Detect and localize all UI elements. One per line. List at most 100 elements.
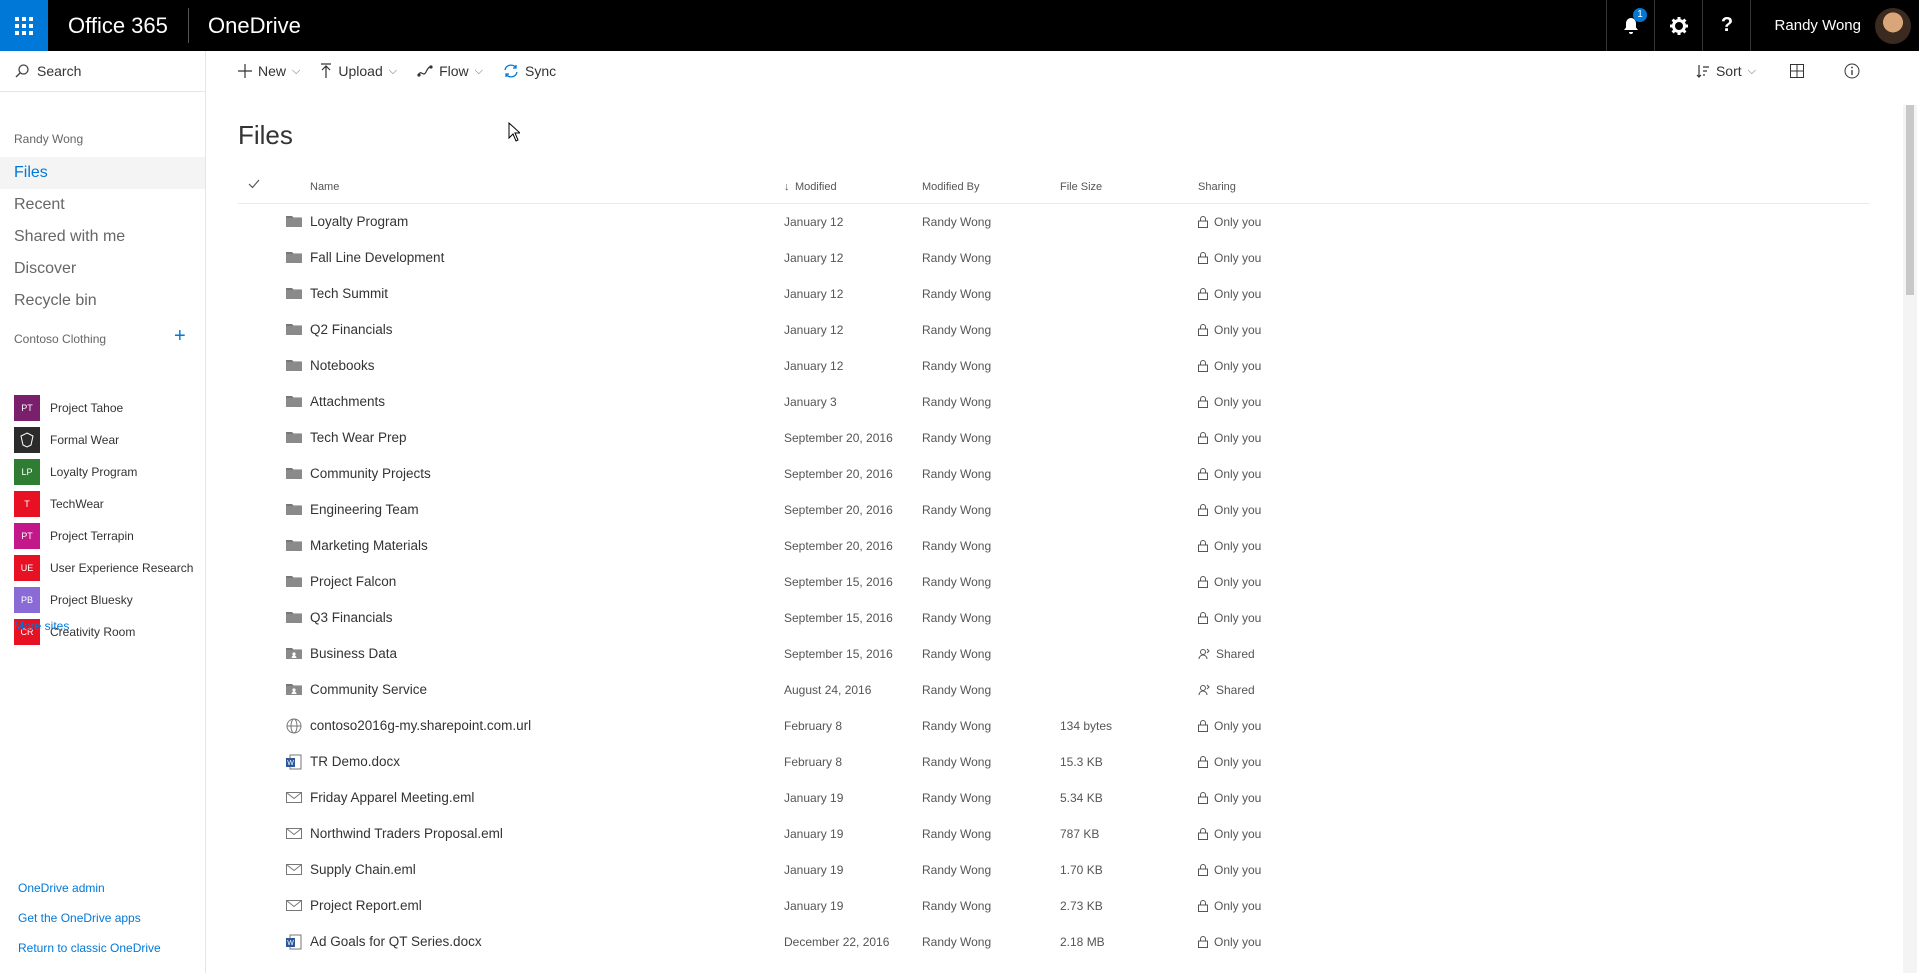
file-name[interactable]: Project Report.eml bbox=[310, 898, 422, 913]
file-row[interactable]: Q3 Financials September 15, 2016 Randy Won… bbox=[238, 600, 1870, 636]
app-launcher-button[interactable] bbox=[0, 0, 48, 51]
column-header-file-size[interactable]: File Size bbox=[1060, 181, 1102, 193]
file-row[interactable]: contoso2016g-my.sharepoint.com.url Februa… bbox=[238, 708, 1870, 744]
sharing-status[interactable]: Only you bbox=[1198, 755, 1261, 769]
office-365-brand[interactable]: Office 365 bbox=[68, 0, 168, 51]
column-header-modified[interactable]: Modified bbox=[795, 181, 837, 193]
site-item[interactable]: PT Project Terrapin bbox=[14, 523, 204, 549]
file-row[interactable]: Project Report.eml January 19 Randy Wong 2.… bbox=[238, 888, 1870, 924]
sharing-status[interactable]: Only you bbox=[1198, 503, 1261, 517]
file-name[interactable]: contoso2016g-my.sharepoint.com.url bbox=[310, 718, 531, 733]
file-row[interactable]: Engineering Team September 20, 2016 Randy … bbox=[238, 492, 1870, 528]
file-row[interactable]: Supply Chain.eml January 19 Randy Wong 1.70… bbox=[238, 852, 1870, 888]
file-name[interactable]: Ad Goals for QT Series.docx bbox=[310, 934, 482, 949]
scrollbar[interactable] bbox=[1903, 105, 1917, 973]
file-name[interactable]: Business Data bbox=[310, 646, 397, 661]
file-row[interactable]: Q2 Financials January 12 Randy Wong Only yo… bbox=[238, 312, 1870, 348]
add-site-button[interactable]: + bbox=[174, 325, 186, 348]
file-name[interactable]: Project Falcon bbox=[310, 574, 396, 589]
site-item[interactable]: UE User Experience Research bbox=[14, 555, 204, 581]
column-header-sharing[interactable]: Sharing bbox=[1198, 181, 1236, 193]
sharing-status[interactable]: Shared bbox=[1198, 647, 1255, 661]
sharing-status[interactable]: Only you bbox=[1198, 323, 1261, 337]
file-row[interactable]: Attachments January 3 Randy Wong Only you bbox=[238, 384, 1870, 420]
file-name[interactable]: TR Demo.docx bbox=[310, 754, 400, 769]
more-sites-link[interactable]: More sites bbox=[14, 619, 69, 633]
file-name[interactable]: Supply Chain.eml bbox=[310, 862, 416, 877]
file-row[interactable]: Tech Summit January 12 Randy Wong Only you bbox=[238, 276, 1870, 312]
file-row[interactable]: Project Falcon September 15, 2016 Randy Wo… bbox=[238, 564, 1870, 600]
view-switcher-button[interactable] bbox=[1790, 64, 1810, 78]
sharing-status[interactable]: Only you bbox=[1198, 215, 1261, 229]
file-row[interactable]: Fall Line Development January 12 Randy Won… bbox=[238, 240, 1870, 276]
file-row[interactable]: Community Projects September 20, 2016 Rand… bbox=[238, 456, 1870, 492]
file-name[interactable]: Q3 Financials bbox=[310, 610, 393, 625]
file-row[interactable]: W Ad Goals for QT Series.docx December 22,… bbox=[238, 924, 1870, 960]
file-row[interactable]: Tech Wear Prep September 20, 2016 Randy Wo… bbox=[238, 420, 1870, 456]
upload-button[interactable]: Upload ⌵ bbox=[320, 63, 397, 79]
sharing-status[interactable]: Only you bbox=[1198, 863, 1261, 877]
file-name[interactable]: Attachments bbox=[310, 394, 385, 409]
sharing-status[interactable]: Only you bbox=[1198, 611, 1261, 625]
file-name[interactable]: Community Projects bbox=[310, 466, 431, 481]
file-name[interactable]: Q2 Financials bbox=[310, 322, 393, 337]
notifications-button[interactable]: 1 bbox=[1606, 0, 1655, 51]
sharing-status[interactable]: Only you bbox=[1198, 431, 1261, 445]
onedrive-admin-link[interactable]: OneDrive admin bbox=[18, 881, 105, 895]
new-button[interactable]: New ⌵ bbox=[238, 63, 300, 79]
help-button[interactable]: ? bbox=[1702, 0, 1751, 51]
file-name[interactable]: Tech Wear Prep bbox=[310, 430, 407, 445]
sharing-status[interactable]: Only you bbox=[1198, 899, 1261, 913]
file-row[interactable]: Loyalty Program January 12 Randy Wong Only … bbox=[238, 204, 1870, 240]
column-header-name[interactable]: Name bbox=[310, 181, 339, 193]
account-button[interactable]: Randy Wong bbox=[1750, 0, 1919, 51]
column-header-modified-by[interactable]: Modified By bbox=[922, 181, 979, 193]
file-name[interactable]: Fall Line Development bbox=[310, 250, 444, 265]
file-row[interactable]: Friday Apparel Meeting.eml January 19 Rand… bbox=[238, 780, 1870, 816]
scrollbar-thumb[interactable] bbox=[1906, 105, 1914, 295]
file-name[interactable]: Engineering Team bbox=[310, 502, 419, 517]
sharing-status[interactable]: Only you bbox=[1198, 575, 1261, 589]
nav-discover[interactable]: Discover bbox=[0, 253, 205, 285]
sharing-status[interactable]: Only you bbox=[1198, 359, 1261, 373]
sharing-status[interactable]: Only you bbox=[1198, 395, 1261, 409]
file-name[interactable]: Notebooks bbox=[310, 358, 375, 373]
file-row[interactable]: Business Data September 15, 2016 Randy Won… bbox=[238, 636, 1870, 672]
file-name[interactable]: Northwind Traders Proposal.eml bbox=[310, 826, 503, 841]
return-classic-link[interactable]: Return to classic OneDrive bbox=[18, 941, 161, 955]
sharing-status[interactable]: Only you bbox=[1198, 791, 1261, 805]
file-row[interactable]: W TR Demo.docx February 8 Randy Wong 15.3 KB… bbox=[238, 744, 1870, 780]
get-apps-link[interactable]: Get the OneDrive apps bbox=[18, 911, 141, 925]
file-row[interactable]: Community Service August 24, 2016 Randy Wo… bbox=[238, 672, 1870, 708]
settings-button[interactable] bbox=[1654, 0, 1703, 51]
nav-files[interactable]: Files bbox=[0, 157, 205, 189]
site-item[interactable]: T TechWear bbox=[14, 491, 204, 517]
site-item[interactable]: PB Project Bluesky bbox=[14, 587, 204, 613]
nav-recycle-bin[interactable]: Recycle bin bbox=[0, 285, 205, 317]
flow-button[interactable]: Flow ⌵ bbox=[417, 63, 483, 79]
nav-shared-with-me[interactable]: Shared with me bbox=[0, 221, 205, 253]
select-all-checkbox[interactable] bbox=[248, 179, 260, 192]
sort-button[interactable]: Sort ⌵ bbox=[1696, 63, 1756, 79]
sharing-status[interactable]: Only you bbox=[1198, 287, 1261, 301]
nav-recent[interactable]: Recent bbox=[0, 189, 205, 221]
file-row[interactable]: Northwind Traders Proposal.eml January 19… bbox=[238, 816, 1870, 852]
file-name[interactable]: Community Service bbox=[310, 682, 427, 697]
site-item[interactable]: LP Loyalty Program bbox=[14, 459, 204, 485]
site-item[interactable]: PT Project Tahoe bbox=[14, 395, 204, 421]
file-name[interactable]: Marketing Materials bbox=[310, 538, 428, 553]
file-row[interactable]: Marketing Materials September 20, 2016 Ran… bbox=[238, 528, 1870, 564]
sharing-status[interactable]: Only you bbox=[1198, 539, 1261, 553]
search-box[interactable]: Search bbox=[0, 51, 205, 92]
sharing-status[interactable]: Only you bbox=[1198, 467, 1261, 481]
file-name[interactable]: Tech Summit bbox=[310, 286, 388, 301]
file-name[interactable]: Loyalty Program bbox=[310, 214, 408, 229]
file-row[interactable]: Notebooks January 12 Randy Wong Only you bbox=[238, 348, 1870, 384]
sync-button[interactable]: Sync bbox=[503, 63, 556, 79]
sharing-status[interactable]: Only you bbox=[1198, 719, 1261, 733]
site-item[interactable]: Formal Wear bbox=[14, 427, 204, 453]
app-name[interactable]: OneDrive bbox=[208, 0, 301, 51]
sharing-status[interactable]: Shared bbox=[1198, 683, 1255, 697]
sharing-status[interactable]: Only you bbox=[1198, 251, 1261, 265]
details-pane-button[interactable] bbox=[1844, 63, 1866, 79]
